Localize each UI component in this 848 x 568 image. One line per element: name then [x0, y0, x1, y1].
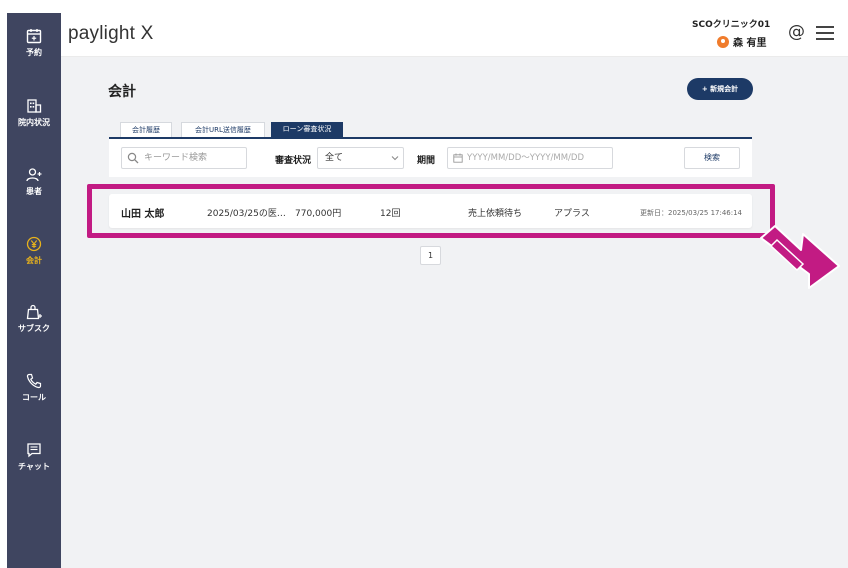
period-filter-label: 期間	[417, 156, 436, 166]
phone-icon	[26, 373, 42, 389]
top-header: paylight X SCOクリニック01 森 有里 @	[61, 13, 848, 57]
sidebar-item-chat[interactable]: チャット	[7, 441, 61, 472]
building-icon	[27, 99, 42, 113]
search-icon	[127, 152, 139, 164]
sidebar-item-call[interactable]: コール	[7, 372, 61, 403]
user-plus-icon	[26, 168, 42, 182]
shopping-bag-plus-icon	[26, 304, 42, 320]
keyword-search-input[interactable]: キーワード検索	[121, 147, 247, 169]
user-menu[interactable]: 森 有里	[717, 34, 766, 49]
sidebar-item-accounting[interactable]: 会計	[7, 235, 61, 266]
clinic-name: SCOクリニック01	[692, 20, 771, 30]
avatar	[717, 35, 729, 48]
page-title: 会計	[108, 84, 136, 100]
period-range-input[interactable]: YYYY/MM/DD〜YYYY/MM/DD	[447, 147, 613, 169]
mention-icon[interactable]: @	[788, 22, 808, 44]
sidebar-item-label: サブスク	[18, 324, 50, 333]
filter-bar: キーワード検索 審査状況 全て 期間 YYYY/MM/DD〜YYYY/MM/DD…	[109, 139, 752, 177]
pagination-page-1[interactable]: 1	[420, 246, 441, 265]
tab-loan-review-status[interactable]: ローン審査状況	[271, 122, 343, 137]
sidebar-item-label: 予約	[26, 48, 42, 57]
pointing-arrow-icon	[760, 225, 840, 289]
highlight-box	[87, 184, 775, 238]
calendar-icon	[453, 153, 463, 163]
chevron-down-icon	[391, 156, 399, 161]
sidebar: 予約 院内状況 患者 会計 サブスク コール チャット	[7, 13, 61, 568]
sidebar-item-label: チャット	[18, 462, 50, 471]
search-button[interactable]: 検索	[684, 147, 740, 169]
chat-icon	[27, 443, 41, 458]
tab-accounting-history[interactable]: 会計履歴	[120, 122, 172, 137]
app-logo[interactable]: paylight X	[68, 23, 153, 45]
user-name: 森 有里	[733, 38, 767, 49]
new-accounting-button[interactable]: + 新規会計	[687, 78, 753, 100]
status-filter-label: 審査状況	[275, 156, 312, 166]
sidebar-item-reservation[interactable]: 予約	[7, 27, 61, 58]
main-content: 会計 + 新規会計 会計履歴 会計URL送信履歴 ローン審査状況 キーワード検索…	[61, 57, 848, 568]
sidebar-item-label: 会計	[26, 256, 42, 265]
sidebar-item-label: 院内状況	[18, 118, 50, 127]
sidebar-item-label: 患者	[26, 187, 42, 196]
yen-circle-icon	[26, 236, 42, 252]
calendar-plus-icon	[26, 29, 42, 44]
sidebar-item-patients[interactable]: 患者	[7, 166, 61, 197]
sidebar-item-facility-status[interactable]: 院内状況	[7, 97, 61, 128]
tab-url-send-history[interactable]: 会計URL送信履歴	[181, 122, 265, 137]
logo-mark: X	[140, 23, 154, 44]
sidebar-item-subscription[interactable]: サブスク	[7, 303, 61, 334]
logo-text: paylight	[68, 23, 136, 44]
hamburger-menu-icon[interactable]	[816, 26, 834, 40]
sidebar-item-label: コール	[22, 393, 46, 402]
